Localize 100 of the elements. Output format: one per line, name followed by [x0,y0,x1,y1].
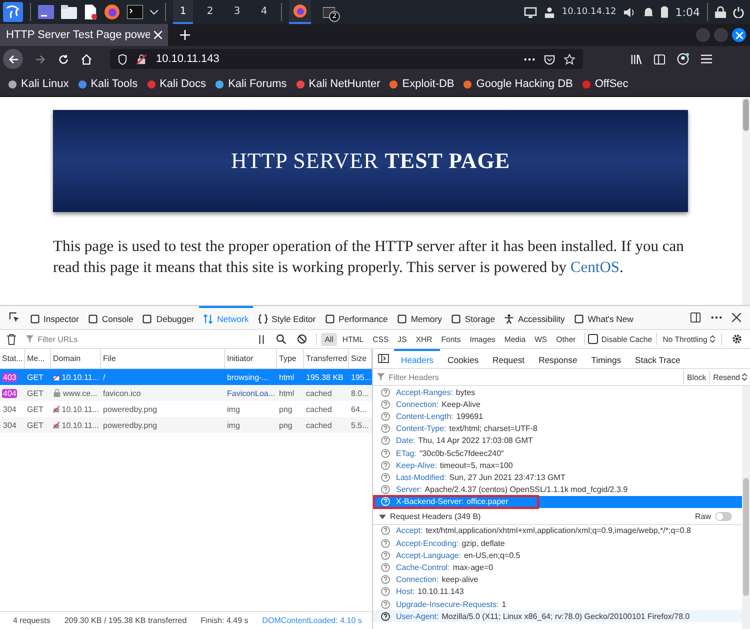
workspace-button[interactable]: 3 [227,0,247,24]
centos-link[interactable]: CentOS [570,259,620,276]
status-text: Finish: 4.49 s [200,616,248,625]
raw-label: Raw [694,512,711,522]
status-link[interactable]: DOMContentLoaded: 4.10 s [262,616,362,625]
intro-paragraph: This page is used to test the proper operation of the HTTP server after it has been installed. If you can read this page it means that this site is working properly. This server is powered by CentOS. [53,237,685,278]
header-row[interactable]: Connection: keep-alive [373,574,742,586]
header-name: Accept-Encoding: [396,538,459,548]
table-cell-text: html [278,388,296,398]
header-name: Content-Length: [396,412,454,421]
devtools-tab[interactable]: Storage [446,306,500,329]
header-row[interactable]: Server: Apache/2.4.37 (centos) OpenSSL/1.1.1k mod_fcgid/2.3.9 [373,484,742,496]
header-name: Connection: [396,400,439,409]
column-header[interactable]: Size [349,349,372,368]
table-cell-text: GET [26,388,44,398]
header-name: Keep-Alive: [396,460,437,470]
header-row[interactable]: ETag: "30c0b-5c5c7fdeec240" [373,446,742,460]
table-cell-text: GET [26,420,44,430]
header-row[interactable]: Accept-Encoding: gzip, deflate [373,537,742,550]
column-header[interactable]: Type [277,349,304,368]
column-header[interactable]: Me... [25,349,51,368]
table-cell-text: img [226,404,241,414]
header-row[interactable]: Cache-Control: max-age=0 [373,561,742,574]
header-value: bytes [456,388,476,397]
devtools-tab[interactable]: Performance [320,306,392,329]
column-header[interactable]: Initiator [225,349,277,368]
bookmark-link[interactable]: Google Hacking DB [463,78,573,90]
table-cell-text: favicon.ico [102,388,142,398]
devtools-tab[interactable]: Debugger [138,306,199,329]
workspace-button[interactable]: 1 [173,0,193,24]
workspace-button[interactable]: 2 [200,0,220,24]
header-name: Accept-Ranges: [396,388,453,397]
domain-text: www.ce... [63,388,98,398]
filter-headers-field[interactable]: Filter Headers [388,372,680,382]
bookmark-link[interactable]: OffSec [582,78,628,90]
detail-tab[interactable]: Headers [394,349,440,368]
header-name: Date: [396,436,416,446]
detail-tab[interactable]: Stack Trace [628,349,688,368]
table-cell-text: 5.5... [350,420,370,430]
devtools-tab[interactable]: What's New [569,306,638,329]
header-value: 10.10.11.143 [418,587,464,596]
header-row[interactable]: Host: 10.10.11.143 [373,586,742,598]
detail-tab[interactable]: Request [486,349,532,368]
column-header[interactable]: Domain [51,349,101,368]
column-header[interactable]: Transferred [304,349,349,368]
bookmark-link[interactable]: Kali NetHunter [296,78,380,90]
header-row[interactable]: Date: Thu, 14 Apr 2022 17:03:08 GMT [373,434,742,447]
devtools-tab[interactable]: Inspector [25,306,84,329]
detail-tab[interactable]: Response [532,349,584,368]
header-value: timeout=5, max=100 [440,460,513,470]
header-row[interactable]: Accept: text/html,application/xhtml+xml,application/xml;q=0.9,image/webp,*/*;q=0.8 [373,524,742,538]
table-cell-text: png [278,420,294,430]
header-name: Connection: [396,575,439,584]
status-code: 304 [2,404,18,414]
address-bar[interactable]: 10.10.11.143 [110,49,583,69]
detail-tab[interactable]: Cookies [440,349,486,368]
header-row[interactable]: Upgrade-Insecure-Requests: 1 [373,598,742,610]
request-row[interactable]: 304 GET 10.10.11... poweredby.png img png cached 64... [0,401,372,417]
table-cell-text: GET [26,404,44,414]
table-cell-text: poweredby.png [102,404,158,414]
request-row[interactable]: 403 GET 10.10.11... / browsing-... html 195.38 KB 195... [0,369,372,385]
header-row[interactable]: User-Agent: Mozilla/5.0 (X11; Linux x86_64; rv:78.0) Gecko/20100101 Firefox/78.0 [373,610,742,622]
request-row[interactable]: 304 GET 10.10.11... poweredby.png img png cached 5.5... [0,417,372,433]
column-header[interactable]: File [101,349,225,368]
header-row[interactable]: Last-Modified: Sun, 27 Jun 2021 23:47:13 GMT [373,471,742,484]
header-name: Host: [396,587,415,596]
filter-urls-field[interactable]: Filter URLs [38,334,248,344]
devtools-tab[interactable]: Style Editor [253,306,320,329]
header-row[interactable]: Content-Type: text/html; charset=UTF-8 [373,422,742,435]
header-row[interactable]: Keep-Alive: timeout=5, max=100 [373,459,742,472]
header-row[interactable]: Accept-Ranges: bytes [373,386,742,398]
devtools-tab[interactable]: Console [83,306,138,329]
header-name: Server: [396,485,422,494]
section-title: Request Headers (349 B) [390,512,481,522]
header-name: ETag: [396,448,416,458]
header-name: Cache-Control: [396,563,450,572]
bookmark-link[interactable]: Kali Tools [78,78,138,90]
table-cell-text: 8.0... [350,388,370,398]
url-text: 10.10.11.143 [156,53,220,65]
column-header[interactable]: Stat... [0,349,25,368]
bookmark-link[interactable]: Kali Linux [8,78,69,90]
header-value: 1 [502,600,506,609]
header-row[interactable]: Accept-Language: en-US,en;q=0.5 [373,549,742,562]
request-row[interactable]: 404 GET www.ce... favicon.ico FaviconLoa... html cached 8.0... [0,385,372,401]
request-headers-section-header[interactable]: Request Headers (349 B) Raw [373,510,742,525]
detail-tab[interactable]: Timings [584,349,628,368]
header-row[interactable]: Content-Length: 199691 [373,410,742,423]
status-text: 209.30 KB / 195.38 KB transferred [64,616,187,625]
bookmark-link[interactable]: Exploit-DB [389,78,454,90]
devtools-tab[interactable]: Memory [392,306,446,329]
table-cell-text: cached [305,420,333,430]
status-code: 304 [2,420,18,430]
bookmark-link[interactable]: Kali Docs [146,78,206,90]
header-value: text/html; charset=UTF-8 [449,424,538,434]
workspace-button[interactable]: 4 [254,0,274,24]
header-row[interactable]: X-Backend-Server: office.paper [373,496,742,508]
bookmark-link[interactable]: Kali Forums [215,78,287,90]
header-row[interactable]: Connection: Keep-Alive [373,398,742,410]
devtools-tab[interactable]: Accessibility [499,306,570,329]
initiator-link[interactable]: FaviconLoa... [225,388,277,398]
